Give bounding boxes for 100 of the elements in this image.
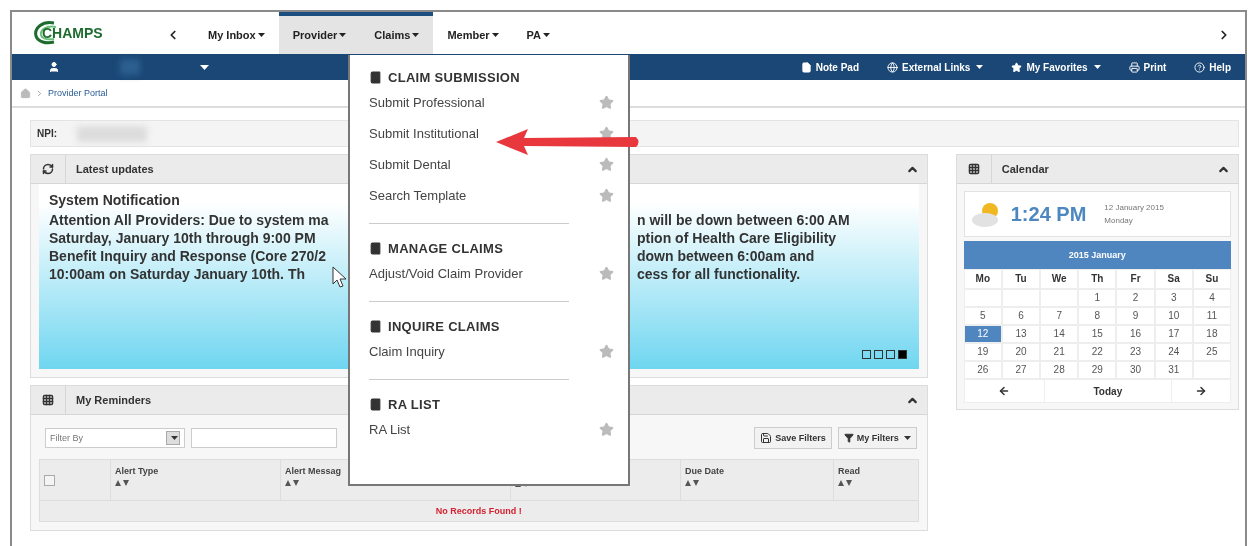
calendar-day[interactable]: 13 [1001, 325, 1041, 343]
star-icon[interactable] [599, 266, 614, 281]
calendar-day[interactable]: 7 [1040, 307, 1079, 325]
calendar-day[interactable]: 4 [1192, 289, 1231, 307]
caret-icon[interactable] [200, 64, 209, 70]
calendar-day[interactable]: 18 [1192, 325, 1231, 343]
star-icon[interactable] [599, 157, 614, 172]
nav-tab[interactable]: PA [512, 12, 565, 54]
slide-indicator[interactable] [873, 350, 883, 359]
calendar-day[interactable]: 30 [1116, 361, 1155, 379]
calendar-day[interactable]: 10 [1154, 307, 1193, 325]
toolbar-link[interactable]: Help [1194, 61, 1231, 73]
toolbar-link[interactable]: External Links [887, 61, 984, 73]
weekday-header: Th [1078, 269, 1117, 289]
calendar-day[interactable]: 23 [1116, 343, 1155, 361]
filter-button[interactable]: My Filters [837, 427, 917, 449]
menu-item[interactable]: Submit Institutional [369, 126, 479, 141]
calendar-day[interactable]: 3 [1154, 289, 1193, 307]
calendar-day[interactable]: 26 [963, 361, 1002, 379]
book-icon [369, 397, 382, 411]
menu-item[interactable]: Adjust/Void Claim Provider [369, 266, 523, 281]
calendar-day[interactable]: 9 [1116, 307, 1155, 325]
nav-tab[interactable]: Member [433, 12, 513, 54]
star-icon[interactable] [599, 344, 614, 359]
grid-icon [42, 394, 54, 406]
notification-text: Benefit Inquiry and Response (Core 270/2 [49, 247, 326, 265]
nav-tab[interactable]: Provider [278, 12, 361, 54]
notification-text: 10:00am on Saturday January 10th. Th [49, 265, 305, 283]
breadcrumb-link[interactable]: Provider Portal [48, 88, 108, 98]
menu-item[interactable]: RA List [369, 422, 411, 437]
next-month-icon[interactable] [1195, 385, 1207, 397]
redacted-area [120, 59, 140, 75]
caret-icon [1093, 65, 1101, 69]
select-all-checkbox[interactable] [44, 474, 55, 486]
filter-button[interactable]: Save Filters [754, 427, 832, 449]
filter-select[interactable]: Filter By [45, 428, 185, 448]
month-header: 2015 January [963, 241, 1231, 269]
menu-item[interactable]: Search Template [369, 188, 467, 203]
calendar-day[interactable]: 6 [1001, 307, 1041, 325]
slide-indicator[interactable] [897, 350, 907, 359]
nav-tab[interactable]: Claims [360, 12, 434, 54]
calendar-day[interactable]: 20 [1001, 343, 1041, 361]
calendar-day[interactable]: 19 [963, 343, 1002, 361]
notification-text: n will be down between 6:00 AM [637, 211, 850, 229]
weekday-header: Sa [1154, 269, 1193, 289]
star-icon[interactable] [599, 422, 614, 437]
clock-time: 1:24 PM [1010, 202, 1087, 226]
menu-item[interactable]: Claim Inquiry [369, 344, 445, 359]
save-icon [760, 432, 773, 444]
calendar-day[interactable]: 28 [1040, 361, 1079, 379]
sort-icon[interactable] [685, 480, 699, 486]
filter-icon [843, 433, 854, 443]
slide-indicator[interactable] [861, 350, 871, 359]
calendar-day[interactable]: 16 [1116, 325, 1155, 343]
calendar-day[interactable]: 21 [1040, 343, 1079, 361]
calendar-day[interactable]: 24 [1154, 343, 1193, 361]
filter-input[interactable] [191, 428, 337, 448]
menu-section-title: RA LIST [388, 396, 441, 412]
slide-indicator[interactable] [885, 350, 895, 359]
calendar-day[interactable]: 14 [1040, 325, 1079, 343]
user-icon[interactable] [48, 61, 60, 73]
star-icon[interactable] [599, 95, 614, 110]
menu-section-title: MANAGE CLAIMS [388, 240, 504, 256]
calendar-day[interactable]: 5 [963, 307, 1002, 325]
star-icon [1011, 61, 1023, 73]
calendar-day[interactable]: 25 [1192, 343, 1231, 361]
calendar-day[interactable]: 15 [1078, 325, 1117, 343]
calendar-day[interactable]: 27 [1001, 361, 1041, 379]
caret-icon [170, 436, 178, 440]
calendar-day[interactable]: 12 [963, 325, 1002, 343]
calendar-day[interactable]: 17 [1154, 325, 1193, 343]
panel-title: My Reminders [76, 394, 152, 406]
calendar-day[interactable]: 2 [1116, 289, 1155, 307]
column-header[interactable]: Alert Type [115, 466, 276, 476]
panel-title: Latest updates [76, 163, 154, 175]
notification-text: Attention All Providers: Due to system ma [49, 211, 329, 229]
refresh-icon[interactable] [42, 163, 54, 175]
caret-icon [257, 33, 265, 37]
caret-icon [976, 65, 984, 69]
calendar-day[interactable]: 11 [1192, 307, 1231, 325]
star-icon[interactable] [599, 188, 614, 203]
weekday-header: Su [1192, 269, 1231, 289]
previous-month-icon[interactable] [998, 385, 1011, 397]
sort-icon[interactable] [838, 480, 852, 486]
calendar-day[interactable]: 22 [1078, 343, 1117, 361]
calendar-day[interactable]: 8 [1078, 307, 1117, 325]
toolbar-link[interactable]: My Favorites [1011, 61, 1101, 73]
column-header[interactable]: Due Date [685, 466, 829, 476]
today-button[interactable]: Today [1093, 385, 1123, 397]
column-header[interactable]: Read [838, 466, 914, 476]
sort-icon[interactable] [115, 480, 129, 486]
toolbar-link[interactable]: Note Pad [800, 61, 860, 73]
sort-icon[interactable] [285, 480, 299, 486]
toolbar-link[interactable]: Print [1128, 61, 1167, 73]
calendar-day[interactable]: 1 [1078, 289, 1117, 307]
calendar-day[interactable]: 29 [1078, 361, 1117, 379]
nav-tab[interactable]: My Inbox [194, 12, 279, 54]
menu-item[interactable]: Submit Dental [369, 157, 451, 172]
menu-item[interactable]: Submit Professional [369, 95, 485, 110]
calendar-day[interactable]: 31 [1154, 361, 1193, 379]
